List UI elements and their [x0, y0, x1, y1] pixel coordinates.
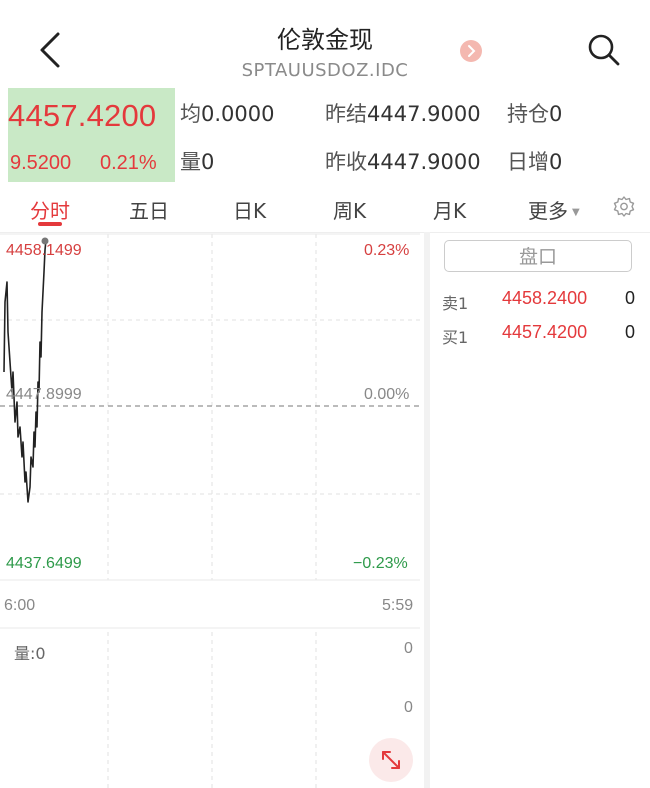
prev-close-value: 4447.9000 [367, 150, 481, 174]
tab-weekly-k[interactable]: 周K [333, 195, 366, 224]
position-stat: 持仓0 [507, 98, 562, 128]
y-axis-bottom-label: 4437.6499 [6, 555, 82, 572]
daily-increase-label: 日增 [507, 150, 549, 174]
price-change: 9.5200 [10, 152, 72, 174]
tab-five-day[interactable]: 五日 [129, 195, 169, 224]
avg-stat: 均0.0000 [180, 98, 274, 128]
prev-close-label: 昨收 [325, 150, 367, 174]
tab-more-label: 更多 [528, 199, 568, 223]
expand-chart-button[interactable] [369, 738, 413, 782]
dropdown-caret-icon: ▼ [572, 207, 580, 218]
pct-axis-bottom-label: −0.23% [353, 555, 408, 572]
price-change-pct: 0.21% [100, 152, 157, 174]
symbol-code: SPTAUUSDOZ.IDC [241, 60, 409, 81]
ask1-price: 4458.2400 [502, 288, 588, 308]
expand-icon [382, 751, 400, 769]
page-title: 伦敦金现 [277, 26, 373, 54]
bid1-price: 4457.4200 [502, 322, 588, 342]
prev-settle-stat: 昨结4447.9000 [325, 98, 481, 128]
y-axis-top-label: 4458.1499 [6, 242, 82, 259]
tab-intraday[interactable]: 分时 [30, 195, 70, 224]
avg-value: 0.0000 [201, 102, 275, 126]
prev-close-stat: 昨收4447.9000 [325, 146, 481, 176]
volume-readout: 量:0 [14, 644, 46, 663]
order-book-button[interactable]: 盘口 [444, 240, 632, 272]
y-axis-mid-label: 4447.8999 [6, 386, 82, 403]
volume-label: 量 [180, 150, 201, 174]
avg-label: 均 [180, 102, 201, 126]
prev-settle-value: 4447.9000 [367, 102, 481, 126]
volume-value: 0 [201, 150, 215, 174]
tab-more[interactable]: 更多 ▼ [528, 195, 580, 224]
last-price: 4457.4200 [8, 98, 157, 133]
position-value: 0 [549, 102, 563, 126]
tab-daily-k[interactable]: 日K [233, 195, 266, 224]
daily-increase-value: 0 [549, 150, 563, 174]
volume-axis-max: 0 [404, 640, 413, 657]
settings-gear-icon[interactable] [612, 195, 636, 219]
time-start-label: 6:00 [4, 597, 36, 614]
ask1-label: 卖1 [442, 294, 469, 313]
prev-settle-label: 昨结 [325, 102, 367, 126]
volume-stat: 量0 [180, 146, 214, 176]
time-end-label: 5:59 [382, 597, 414, 614]
ask1-volume: 0 [625, 288, 636, 308]
active-tab-indicator [38, 222, 62, 226]
chart-grid [0, 234, 420, 788]
panel-divider [424, 232, 430, 788]
next-circle-icon[interactable] [460, 40, 482, 62]
price-line [3, 239, 47, 503]
position-label: 持仓 [507, 102, 549, 126]
intraday-chart [0, 233, 420, 788]
pct-axis-top-label: 0.23% [364, 242, 410, 259]
tab-monthly-k[interactable]: 月K [433, 195, 466, 224]
bid1-label: 买1 [442, 328, 469, 347]
daily-increase-stat: 日增0 [507, 146, 562, 176]
bid1-volume: 0 [625, 322, 636, 342]
pct-axis-mid-label: 0.00% [364, 386, 410, 403]
search-icon[interactable] [586, 32, 622, 68]
volume-axis-min: 0 [404, 699, 413, 716]
